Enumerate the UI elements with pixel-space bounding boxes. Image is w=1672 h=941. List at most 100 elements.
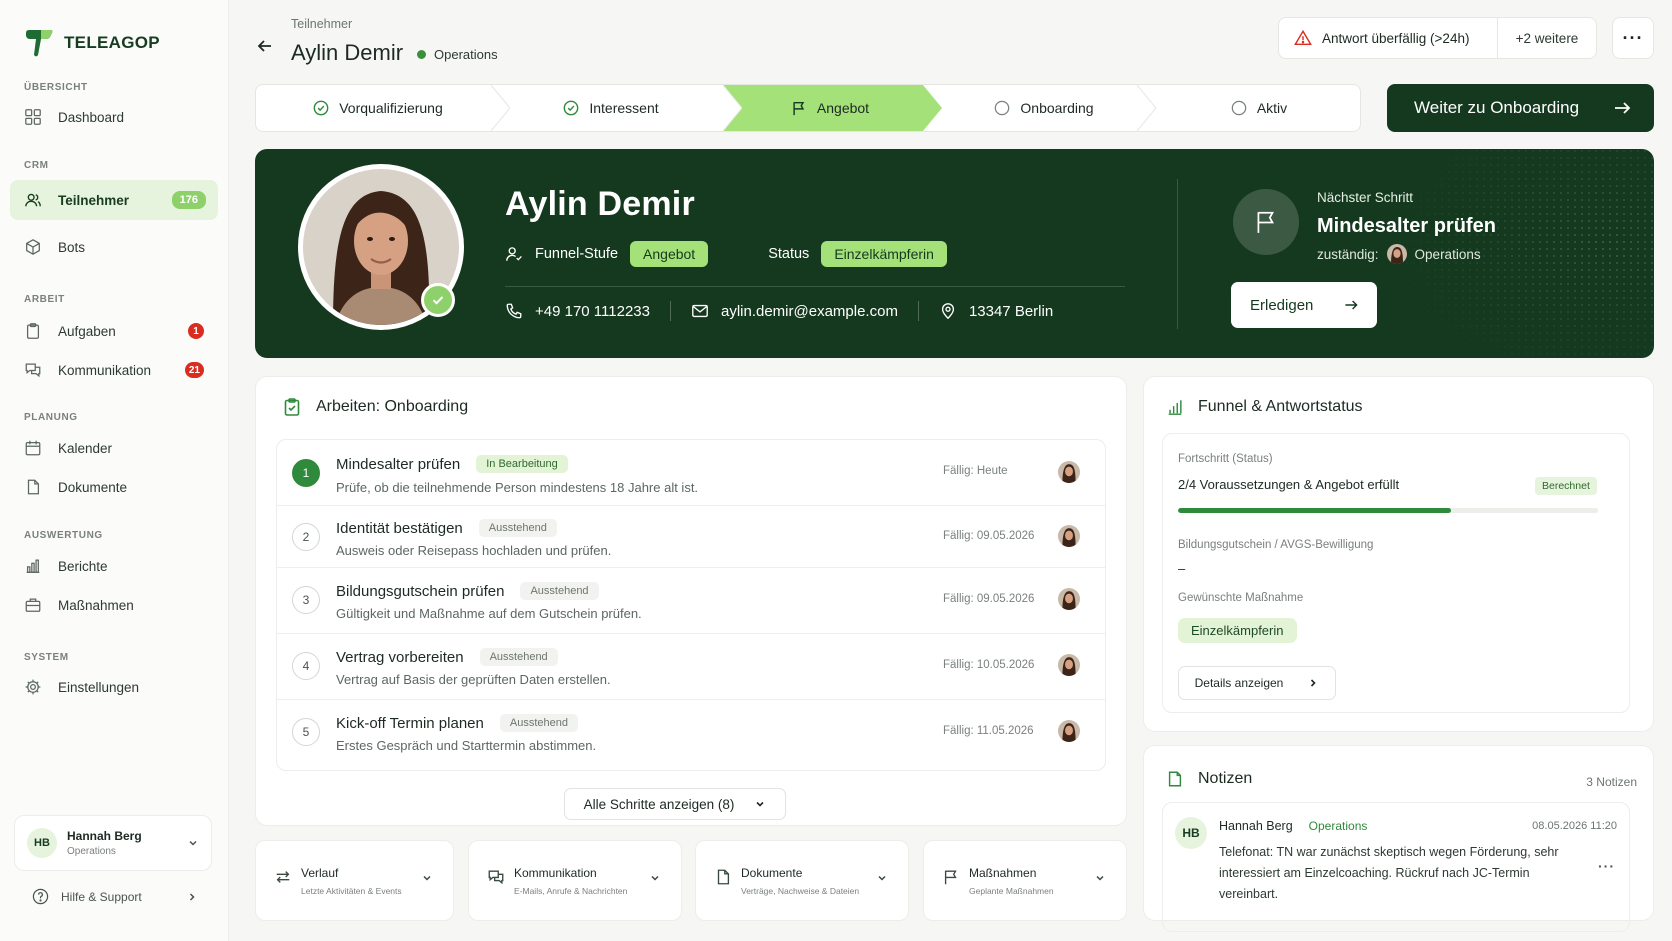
step-label: Interessent <box>589 100 659 116</box>
phone-link[interactable]: +49 170 1112233 <box>505 302 650 320</box>
user-icon <box>506 247 522 261</box>
task-row[interactable]: 5 Kick-off Termin planen Ausstehend Erst… <box>277 700 1105 770</box>
note-date: 08.05.2026 11:20 <box>1532 820 1617 832</box>
note-item[interactable]: HB Hannah Berg Operations 08.05.2026 11:… <box>1162 802 1630 932</box>
sidebar-item-kommunikation[interactable]: Kommunikation 21 <box>10 350 218 390</box>
funnel-meta: Funnel-Stufe Angebot Status Einzelkämpfe… <box>505 241 947 267</box>
help-support-link[interactable]: Hilfe & Support <box>32 888 198 905</box>
step-onboarding[interactable]: Onboarding <box>942 85 1146 131</box>
bot-icon <box>26 239 40 255</box>
responsible-value: Operations <box>1414 246 1481 262</box>
assignee-avatar[interactable] <box>1058 461 1080 483</box>
next-stage-button[interactable]: Weiter zu Onboarding <box>1387 84 1654 132</box>
sidebar-item-bots[interactable]: Bots <box>10 227 218 267</box>
more-options-button[interactable]: ··· <box>1612 17 1654 59</box>
grid-icon <box>25 109 41 125</box>
alert-text: Antwort überfällig (>24h) <box>1322 30 1470 46</box>
tasks-card-header: Arbeiten: Onboarding <box>282 397 468 417</box>
task-description: Prüfe, ob die teilnehmende Person mindes… <box>336 480 699 495</box>
vertical-divider <box>1177 179 1178 329</box>
logo-icon <box>26 30 53 57</box>
step-label: Vorqualifizierung <box>339 100 443 116</box>
avatar: HB <box>1175 817 1207 849</box>
task-title: Mindesalter prüfen <box>336 455 461 473</box>
flag-icon <box>944 870 957 885</box>
task-row[interactable]: 1 Mindesalter prüfen In Bearbeitung Prüf… <box>277 440 1105 506</box>
user-menu[interactable]: HB Hannah Berg Operations <box>14 815 212 871</box>
sidebar-item-einstellungen[interactable]: Einstellungen <box>10 667 218 707</box>
avatar: HB <box>27 828 57 858</box>
check-circle-icon <box>563 100 579 116</box>
complete-step-button[interactable]: Erledigen <box>1231 282 1377 328</box>
task-row[interactable]: 3 Bildungsgutschein prüfen Ausstehend Gü… <box>277 568 1105 634</box>
task-step-number: 5 <box>292 718 320 746</box>
location-info: 13347 Berlin <box>939 302 1053 320</box>
notes-count: 3 Notizen <box>1586 775 1637 789</box>
details-label: Details anzeigen <box>1194 676 1284 690</box>
card-title: Dokumente <box>741 866 803 880</box>
sidebar-item-kalender[interactable]: Kalender <box>10 428 218 468</box>
task-row[interactable]: 2 Identität bestätigen Ausstehend Auswei… <box>277 506 1105 568</box>
back-arrow-icon[interactable] <box>255 36 275 56</box>
card-subtitle: Verträge, Nachweise & Dateien <box>741 886 860 896</box>
sidebar-item-dokumente[interactable]: Dokumente <box>10 467 218 507</box>
sidebar-item-dashboard[interactable]: Dashboard <box>10 97 218 137</box>
alert-banner[interactable]: Antwort überfällig (>24h) +2 weitere <box>1278 17 1597 59</box>
note-more-options-icon[interactable]: ··· <box>1598 858 1615 874</box>
arrow-right-icon <box>1345 300 1358 310</box>
help-icon <box>32 888 49 905</box>
sidebar: TELEAGOP ÜBERSICHT Dashboard CRM Teilneh… <box>0 0 229 941</box>
card-subtitle: Letzte Aktivitäten & Events <box>301 886 402 896</box>
task-row[interactable]: 4 Vertrag vorbereiten Ausstehend Vertrag… <box>277 634 1105 700</box>
history-card[interactable]: Verlauf Letzte Aktivitäten & Events <box>255 840 454 921</box>
measures-card[interactable]: Maßnahmen Geplante Maßnahmen <box>923 840 1127 921</box>
assignee-avatar[interactable] <box>1058 720 1080 742</box>
phone-icon <box>506 303 522 319</box>
document-icon <box>717 869 730 885</box>
chat-icon <box>25 363 41 378</box>
sidebar-item-label: Maßnahmen <box>58 597 134 613</box>
contact-info: +49 170 1112233 aylin.demir@example.com … <box>505 301 1053 321</box>
task-title: Vertrag vorbereiten <box>336 648 464 666</box>
task-status-tag: Ausstehend <box>520 582 599 600</box>
sidebar-item-label: Einstellungen <box>58 679 140 695</box>
sidebar-item-aufgaben[interactable]: Aufgaben 1 <box>10 311 218 351</box>
chevron-down-icon <box>189 840 197 846</box>
chevron-right-icon <box>189 892 195 901</box>
sidebar-item-berichte[interactable]: Berichte <box>10 546 218 586</box>
logo[interactable]: TELEAGOP <box>24 28 160 58</box>
step-interessent[interactable]: Interessent <box>500 85 722 131</box>
alert-more-button[interactable]: +2 weitere <box>1498 31 1596 46</box>
sidebar-item-massnahmen[interactable]: Maßnahmen <box>10 585 218 625</box>
separator <box>917 301 919 321</box>
calendar-icon <box>25 440 41 456</box>
users-icon <box>25 193 41 207</box>
sidebar-item-label: Bots <box>58 239 86 255</box>
title-status: Operations <box>417 47 498 62</box>
step-angebot[interactable]: Angebot <box>732 85 928 131</box>
assignee-avatar[interactable] <box>1058 588 1080 610</box>
sidebar-item-label: Berichte <box>58 558 108 574</box>
task-description: Gültigkeit und Maßnahme auf dem Gutschei… <box>336 606 642 621</box>
show-all-steps-button[interactable]: Alle Schritte anzeigen (8) <box>564 788 786 820</box>
tasks-title: Arbeiten: Onboarding <box>316 398 469 415</box>
step-aktiv[interactable]: Aktiv <box>1156 85 1360 131</box>
step-vorqualifizierung[interactable]: Vorqualifizierung <box>256 85 500 131</box>
communication-card[interactable]: Kommunikation E-Mails, Anrufe & Nachrich… <box>468 840 682 921</box>
app-name: TELEAGOP <box>64 33 160 52</box>
sidebar-item-teilnehmer[interactable]: Teilnehmer 176 <box>10 180 218 220</box>
assignee-avatar[interactable] <box>1058 654 1080 676</box>
empty-circle-icon <box>995 100 1010 116</box>
briefcase-icon <box>25 598 41 612</box>
task-due-date: Fällig: 11.05.2026 <box>943 725 1034 737</box>
card-subtitle: Geplante Maßnahmen <box>969 886 1054 896</box>
breadcrumb[interactable]: Teilnehmer <box>291 17 352 31</box>
chevron-down-icon <box>756 801 764 807</box>
alert-primary[interactable]: Antwort überfällig (>24h) <box>1279 18 1498 58</box>
email-link[interactable]: aylin.demir@example.com <box>691 302 898 320</box>
show-details-button[interactable]: Details anzeigen <box>1178 666 1336 700</box>
documents-card[interactable]: Dokumente Verträge, Nachweise & Dateien <box>695 840 909 921</box>
user-role: Operations <box>67 846 116 857</box>
task-description: Erstes Gespräch und Starttermin abstimme… <box>336 738 597 753</box>
assignee-avatar[interactable] <box>1058 525 1080 547</box>
